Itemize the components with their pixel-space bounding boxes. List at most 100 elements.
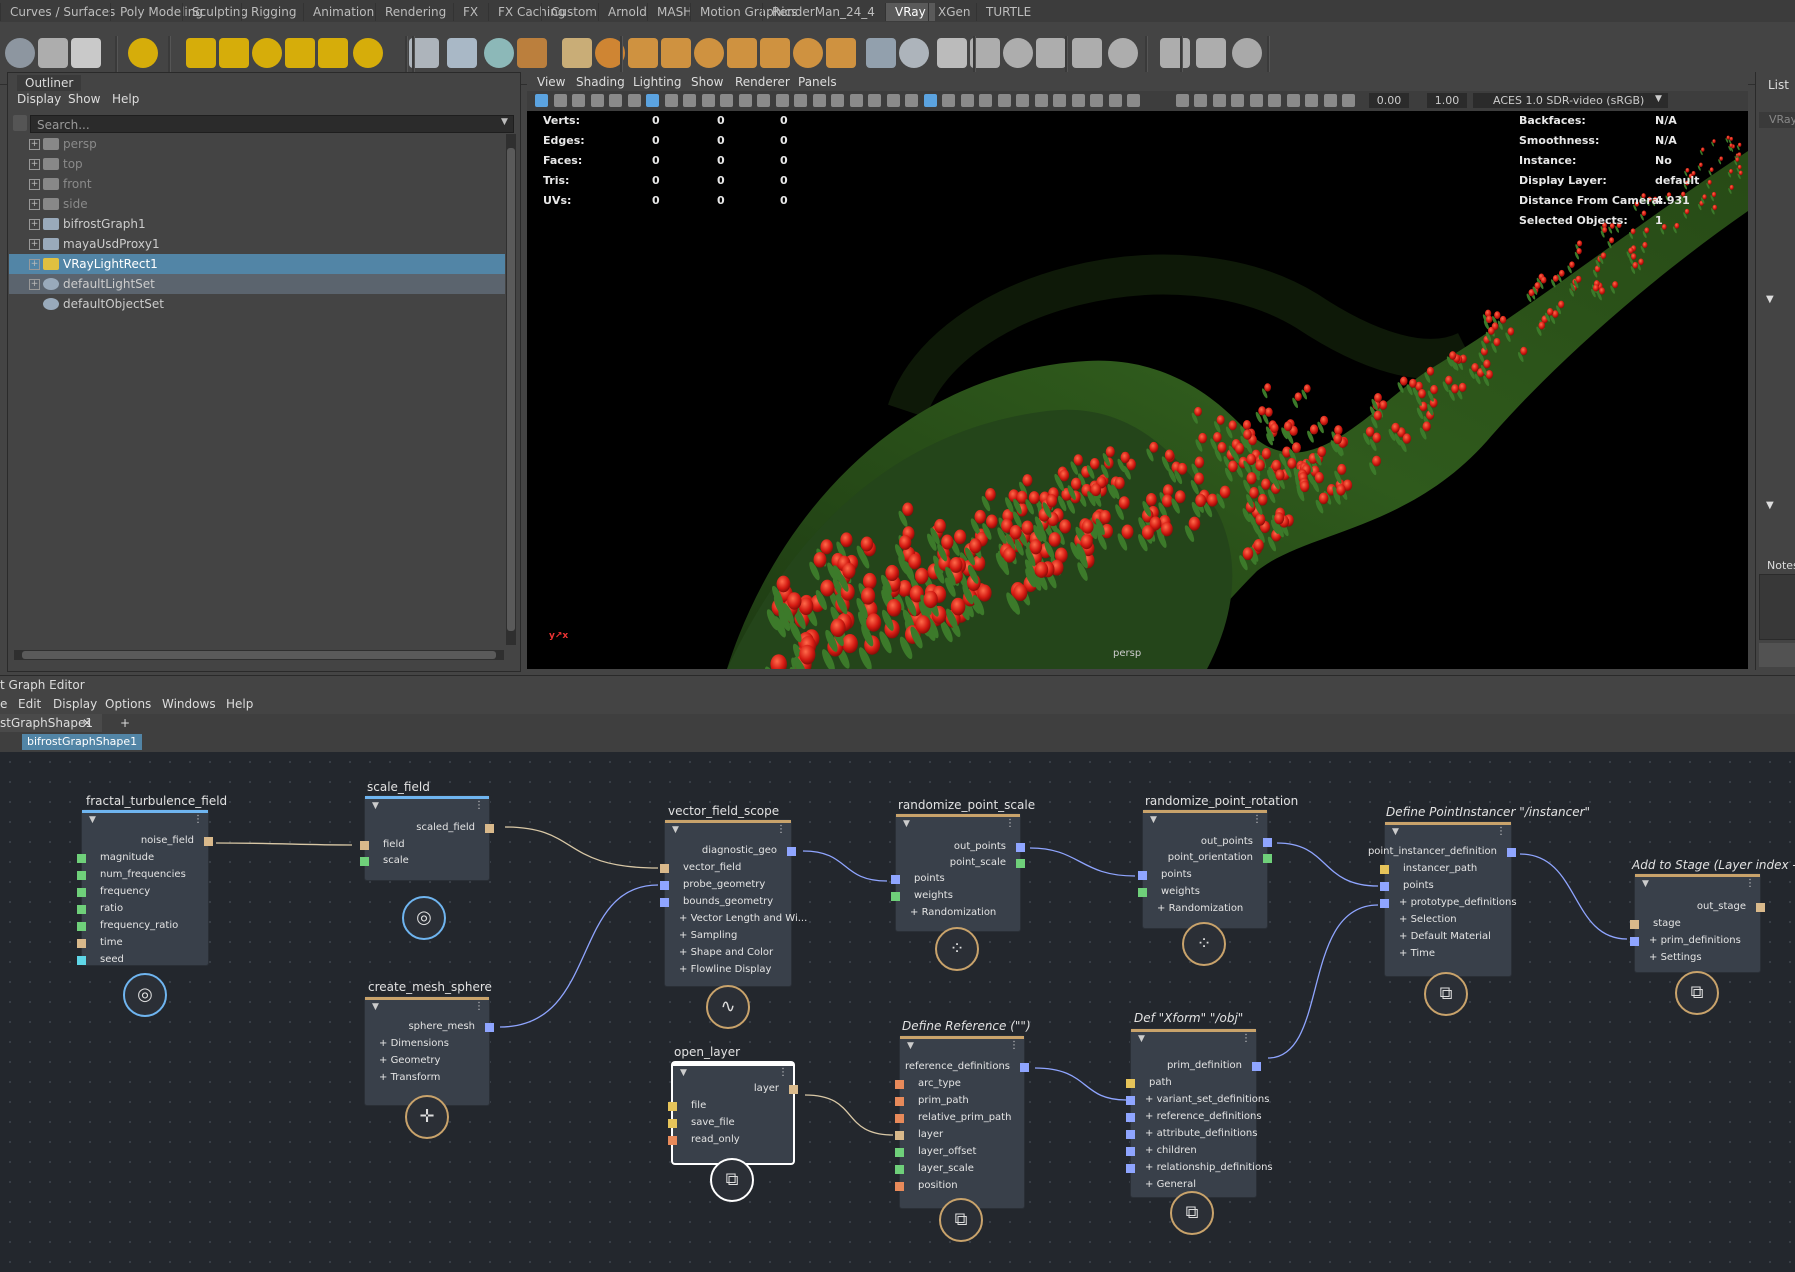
viewport-tool-icon[interactable] xyxy=(1231,94,1244,107)
input-socket[interactable] xyxy=(1126,1079,1135,1088)
viewport-tool-icon[interactable] xyxy=(590,94,604,107)
vray-icon[interactable] xyxy=(1232,38,1262,68)
add-tab-icon[interactable]: + xyxy=(120,716,130,730)
ge-menu-display[interactable]: Display xyxy=(53,697,97,711)
bifrost-node-icon[interactable]: ◎ xyxy=(123,973,167,1017)
viewport-tool-icon[interactable] xyxy=(1175,94,1189,107)
ge-menu-file[interactable]: e xyxy=(0,697,7,711)
output-socket[interactable] xyxy=(1263,854,1272,863)
filter-icon[interactable] xyxy=(13,115,27,131)
node-title-defref[interactable]: Define Reference ("") xyxy=(902,1019,1031,1033)
viewport-tool-icon[interactable] xyxy=(646,94,659,107)
collapse-icon[interactable]: ▼ xyxy=(1138,1034,1145,1044)
node-fractal[interactable]: ▼ ⋮ noise_field magnitude num_frequencies fre… xyxy=(77,810,213,965)
node-pinst[interactable]: ▼ ⋮ point_instancer_definition instancer_pa… xyxy=(1368,822,1517,976)
input-socket[interactable] xyxy=(1126,1096,1135,1105)
viewport-tool-icon[interactable] xyxy=(905,94,918,107)
node-title-pinst[interactable]: Define PointInstancer "/instancer" xyxy=(1386,805,1590,819)
input-socket[interactable] xyxy=(660,898,669,907)
3d-viewport[interactable]: Verts: 0 0 0 Edges: 0 0 0 Faces: 0 0 0 Tris: 0 0 0 UVs: 0… xyxy=(527,111,1748,669)
right-panel-button[interactable] xyxy=(1759,643,1795,667)
input-socket[interactable] xyxy=(895,1165,904,1174)
output-socket[interactable] xyxy=(204,837,213,846)
input-socket[interactable] xyxy=(360,857,369,866)
expand-icon[interactable]: + xyxy=(679,913,691,924)
input-socket[interactable] xyxy=(668,1119,677,1128)
viewport-tool-icon[interactable] xyxy=(794,94,807,107)
collapse-icon[interactable]: ▼ xyxy=(89,815,96,825)
viewport-menu-view[interactable]: View xyxy=(537,75,565,89)
sphere-icon[interactable] xyxy=(71,38,101,68)
shelf-tab-custom[interactable]: Custom xyxy=(541,3,606,21)
collapse-icon[interactable]: ▼ xyxy=(372,1002,379,1012)
vray-icon[interactable] xyxy=(1196,38,1226,68)
expand-icon[interactable]: + xyxy=(679,947,691,958)
sun-icon[interactable] xyxy=(353,38,383,68)
expand-icon[interactable]: + xyxy=(379,1072,391,1083)
expand-icon[interactable]: + xyxy=(1145,1162,1157,1173)
outliner-item-vraylightrect1[interactable]: + VRayLightRect1 xyxy=(9,254,505,274)
expand-icon[interactable]: + xyxy=(1145,1145,1157,1156)
viewport-menu-panels[interactable]: Panels xyxy=(798,75,837,89)
collapse-icon[interactable]: ▼ xyxy=(672,825,679,835)
tool-icon[interactable] xyxy=(760,38,790,68)
value-field-2[interactable]: 1.00 xyxy=(1427,93,1467,108)
ge-menu-options[interactable]: Options xyxy=(105,697,151,711)
outliner-search-input[interactable]: Search... xyxy=(30,115,514,133)
node-title-xform[interactable]: Def "Xform" "/obj" xyxy=(1134,1011,1243,1025)
viewport-tool-icon[interactable] xyxy=(683,94,696,107)
node-title-stage[interactable]: Add to Stage (Layer index -1) xyxy=(1632,858,1795,872)
output-socket[interactable] xyxy=(485,824,494,833)
viewport-menu-lighting[interactable]: Lighting xyxy=(633,75,682,89)
viewport-tool-icon[interactable] xyxy=(535,94,548,107)
more-options-icon[interactable]: ⋮ xyxy=(474,1001,484,1012)
node-vfs[interactable]: ▼ ⋮ diagnostic_geo vector_field probe_geomet… xyxy=(660,820,807,986)
node-defref[interactable]: ▼ ⋮ reference_definitions arc_type prim_path… xyxy=(895,1036,1029,1208)
light-icon[interactable] xyxy=(318,38,348,68)
expand-icon[interactable]: + xyxy=(1649,952,1661,963)
viewport-tool-icon[interactable] xyxy=(553,94,567,107)
shape-icon[interactable] xyxy=(866,38,896,68)
more-options-icon[interactable]: ⋮ xyxy=(1252,814,1262,825)
input-socket[interactable] xyxy=(1126,1164,1135,1173)
collapse-icon[interactable]: ▼ xyxy=(1150,815,1157,825)
shader-icon[interactable] xyxy=(1036,38,1066,68)
input-socket[interactable] xyxy=(895,1131,904,1140)
expand-icon[interactable]: + xyxy=(379,1055,391,1066)
input-socket[interactable] xyxy=(1380,882,1389,891)
outliner-vertical-scrollbar[interactable] xyxy=(506,134,516,645)
viewport-menu-renderer[interactable]: Renderer xyxy=(735,75,790,89)
expand-icon[interactable]: + xyxy=(29,279,40,290)
viewport-tool-icon[interactable] xyxy=(1323,94,1337,107)
node-title-sphere[interactable]: create_mesh_sphere xyxy=(368,980,492,994)
viewport-tool-icon[interactable] xyxy=(831,94,844,107)
more-options-icon[interactable]: ⋮ xyxy=(1745,878,1755,889)
input-socket[interactable] xyxy=(77,888,86,897)
viewport-tool-icon[interactable] xyxy=(1268,94,1281,107)
vray-icon[interactable] xyxy=(1160,38,1190,68)
color-space-dropdown[interactable]: ACES 1.0 SDR-video (sRGB) xyxy=(1473,93,1668,108)
outliner-item-mayausdproxy1[interactable]: + mayaUsdProxy1 xyxy=(9,234,505,254)
outliner-item-defaultobjectset[interactable]: defaultObjectSet xyxy=(9,294,505,314)
tool-icon[interactable] xyxy=(727,38,757,68)
expand-icon[interactable]: + xyxy=(29,159,40,170)
node-rpr[interactable]: ▼ ⋮ out_points point_orientation points weigh… xyxy=(1138,810,1272,928)
expand-icon[interactable]: + xyxy=(1145,1111,1157,1122)
expand-icon[interactable]: + xyxy=(1399,914,1411,925)
usd-prim-icon[interactable]: ⧉ xyxy=(1170,1191,1214,1235)
collapse-icon[interactable]: ▼ xyxy=(907,1041,914,1051)
shelf-tab-animation[interactable]: Animation xyxy=(303,3,383,21)
viewport-tool-icon[interactable] xyxy=(997,94,1011,107)
viewport-tool-icon[interactable] xyxy=(886,94,900,107)
node-title-scale[interactable]: scale_field xyxy=(367,780,430,794)
shape-icon[interactable] xyxy=(899,38,929,68)
input-socket[interactable] xyxy=(1126,1130,1135,1139)
input-socket[interactable] xyxy=(895,1080,904,1089)
viewport-tool-icon[interactable] xyxy=(1053,94,1066,107)
viewport-tool-icon[interactable] xyxy=(1108,94,1122,107)
collapse-icon[interactable]: ▼ xyxy=(680,1068,687,1078)
right-panel-vray-tab[interactable]: VRay xyxy=(1759,112,1795,128)
expand-icon[interactable]: + xyxy=(1157,903,1169,914)
input-socket[interactable] xyxy=(668,1136,677,1145)
shelf-tab-xgen[interactable]: XGen xyxy=(928,3,980,21)
